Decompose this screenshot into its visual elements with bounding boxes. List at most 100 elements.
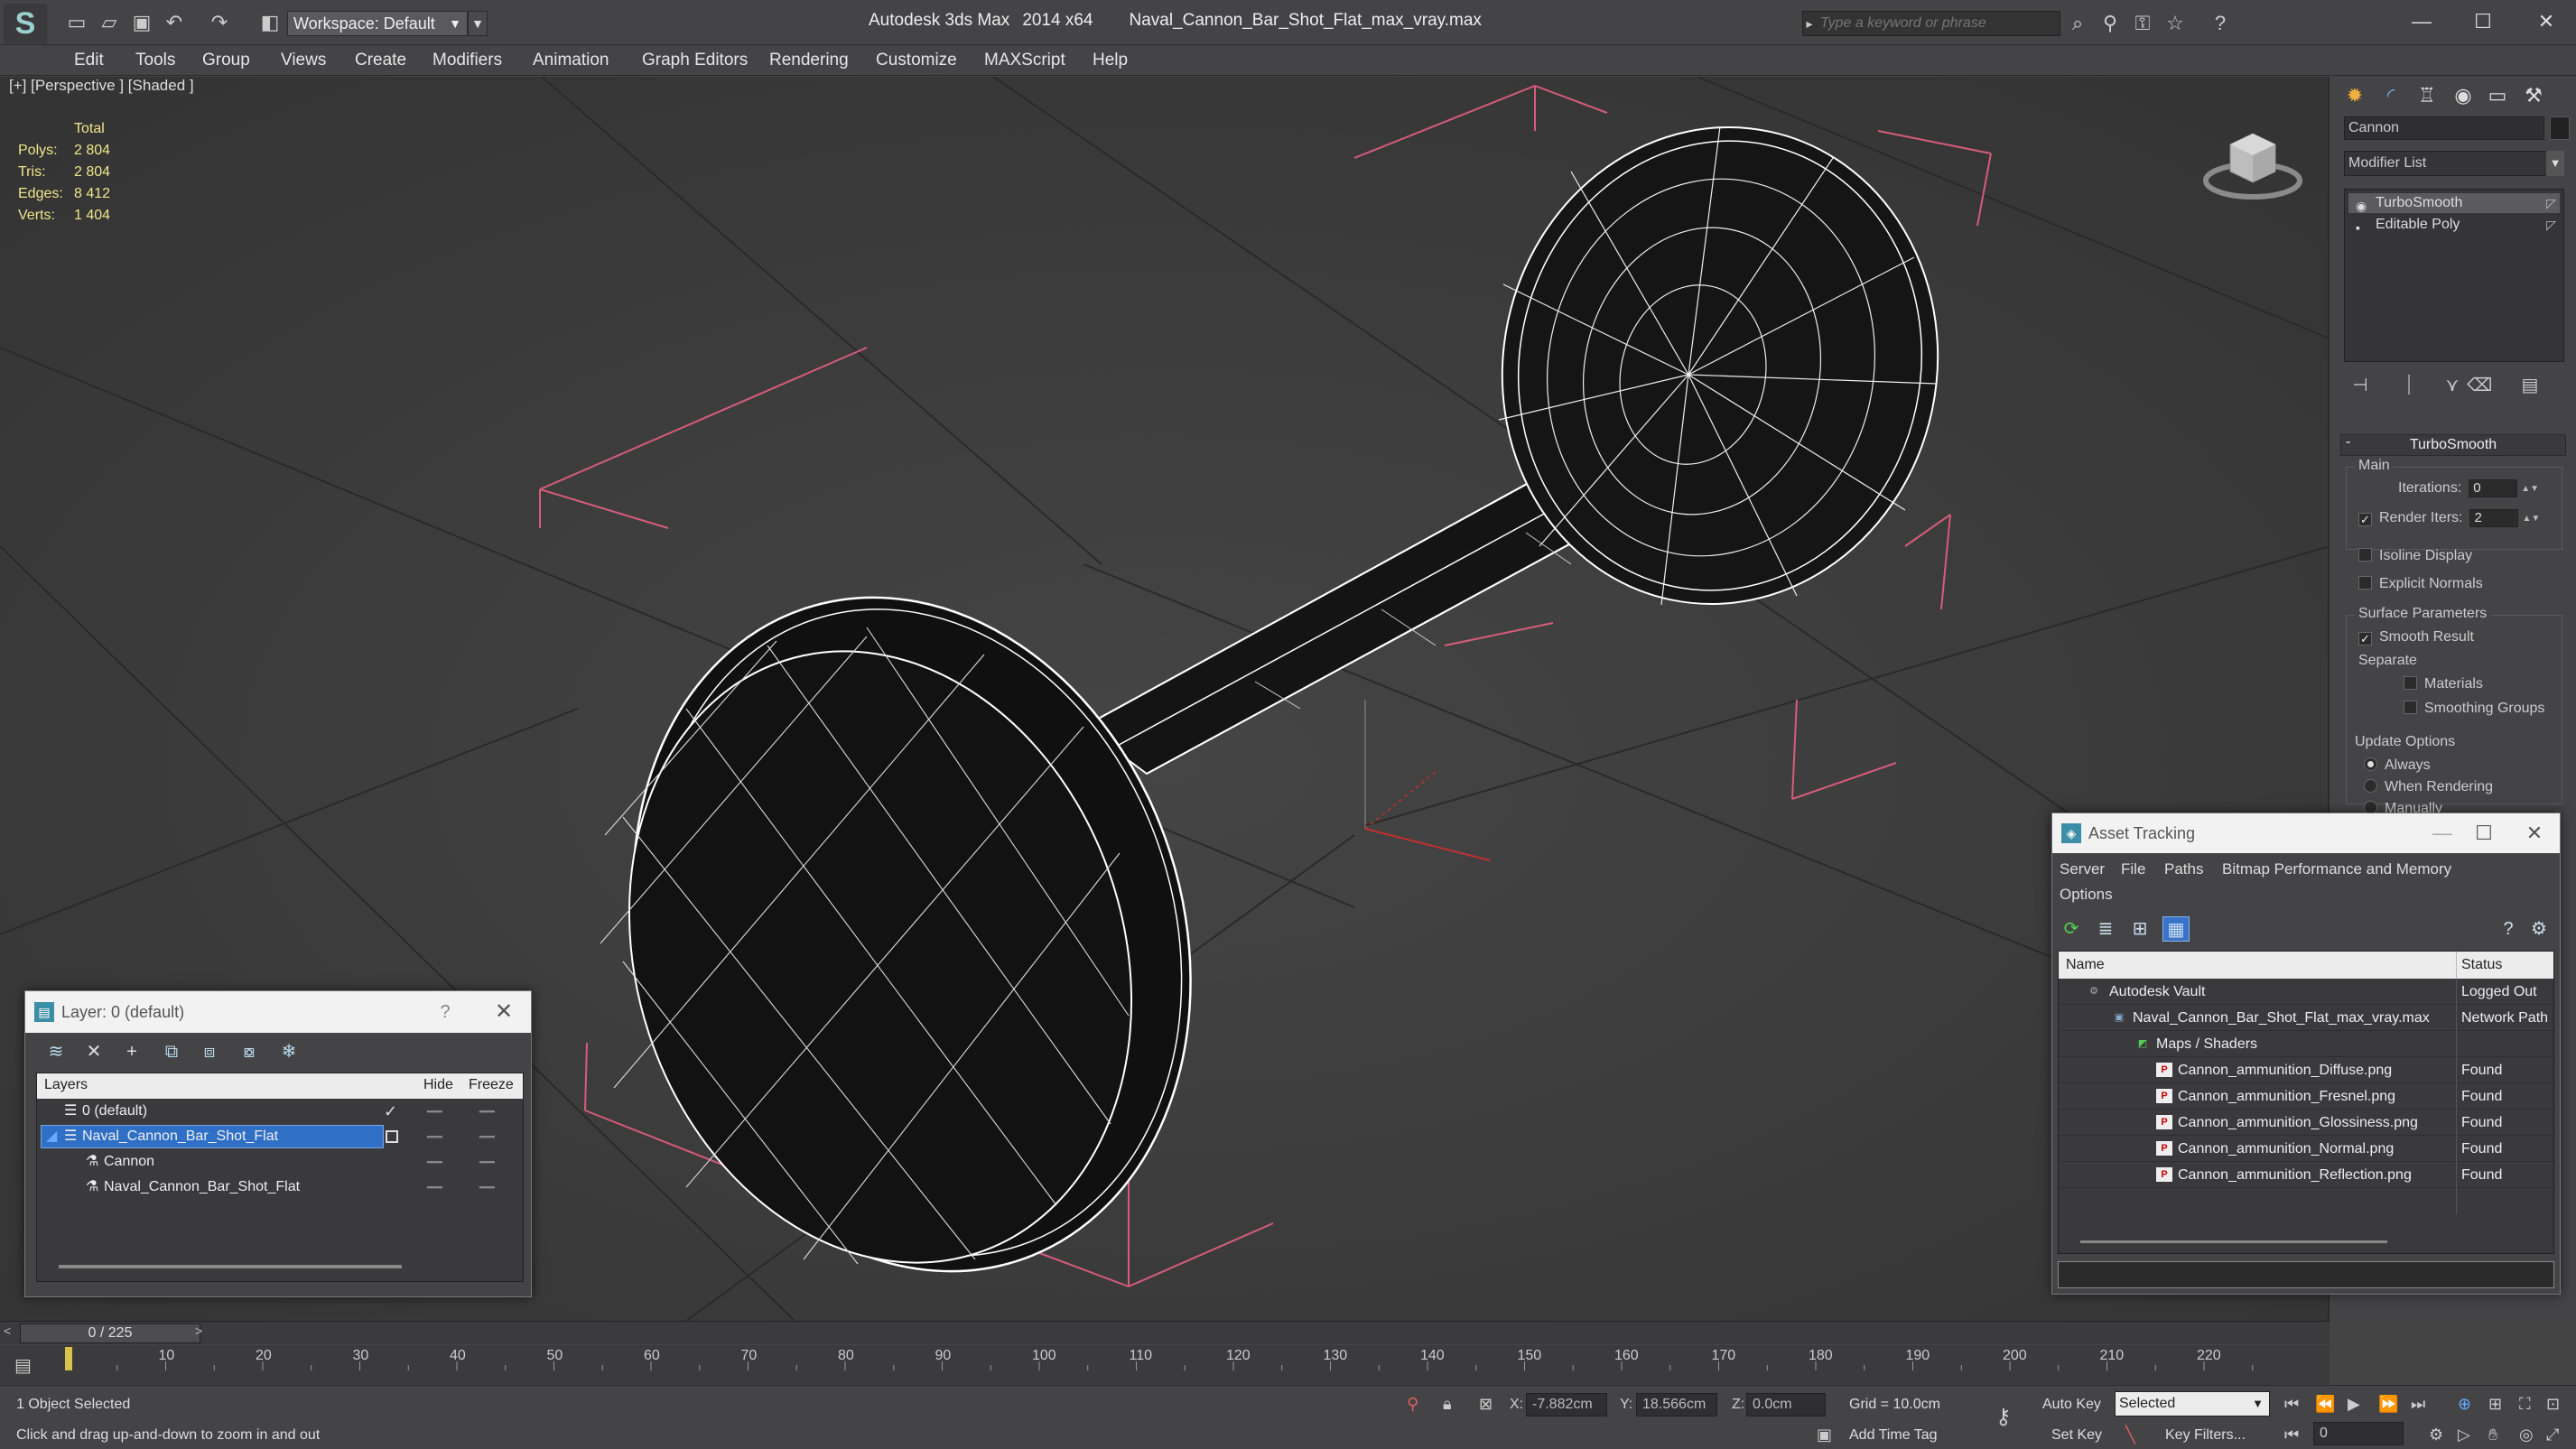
binoculars-icon[interactable]: ⌕ (2064, 11, 2091, 36)
viewport-label-menu[interactable]: [+] [Perspective ] [Shaded ] (9, 77, 194, 95)
go-to-end-icon[interactable]: ⏭ (2411, 1395, 2425, 1414)
asset-row-texture[interactable]: P Cannon_ammunition_Glossiness.png Found (2059, 1110, 2553, 1136)
key-set-dropdown[interactable]: Selected ▼ (2115, 1391, 2270, 1416)
communication-center-icon[interactable]: ⚿ (2129, 11, 2156, 36)
zoom-icon[interactable]: ⊕ (2458, 1395, 2471, 1414)
hide-toggle[interactable]: ━━ (427, 1124, 442, 1149)
hide-toggle[interactable]: ━━ (427, 1099, 442, 1124)
menu-group[interactable]: Group (202, 49, 250, 72)
auto-key-button[interactable]: Auto Key (2042, 1397, 2101, 1413)
menu-tools[interactable]: Tools (135, 49, 175, 72)
maximize-icon[interactable]: ☐ (2456, 5, 2510, 38)
freeze-toggle[interactable]: ━━ (479, 1175, 495, 1200)
spinner-arrows-icon[interactable]: ▲▼ (2521, 484, 2539, 494)
transform-mode-icon[interactable]: ⊠ (1479, 1395, 1493, 1414)
asset-row-texture[interactable]: P Cannon_ammunition_Reflection.png Found (2059, 1162, 2553, 1188)
configure-sets-icon[interactable]: ▤ (2517, 373, 2543, 398)
time-slider-thumb[interactable]: 0 / 225 (20, 1324, 200, 1343)
display-tab-icon[interactable]: ▭ (2481, 80, 2514, 111)
create-layer-icon[interactable]: ≋ (43, 1040, 69, 1064)
isolate-selection-icon[interactable]: ⚲ (1407, 1395, 1418, 1414)
workspace-dropdown[interactable]: Workspace: Default ▼ (287, 11, 468, 36)
y-coordinate-field[interactable]: 18.566cm (1636, 1393, 1717, 1416)
horizontal-scrollbar[interactable] (59, 1265, 402, 1268)
layer-help-button[interactable]: ? (432, 991, 459, 1033)
list-view-icon[interactable]: ≣ (2092, 916, 2119, 942)
add-time-tag-button[interactable]: Add Time Tag (1849, 1427, 1938, 1444)
table-view-icon[interactable]: ▦ (2162, 916, 2190, 942)
modifier-list-dropdown[interactable]: Modifier List (2344, 151, 2564, 176)
previous-frame-icon[interactable]: ⏪ (2315, 1395, 2335, 1414)
freeze-toggle[interactable]: ━━ (479, 1099, 495, 1124)
current-frame-field[interactable]: 0 (2313, 1422, 2404, 1445)
layer-row[interactable]: ☰ 0 (default) ✓ ━━ ━━ (37, 1099, 523, 1124)
mini-curve-editor-icon[interactable]: ▤ (14, 1354, 32, 1377)
menu-views[interactable]: Views (281, 49, 326, 72)
highlight-layer-icon[interactable]: ⧈ (197, 1040, 222, 1064)
smooth-result-checkbox[interactable]: ✓ (2358, 632, 2372, 646)
stack-item-editable-poly[interactable]: ▪ Editable Poly ◸ (2348, 215, 2560, 235)
col-hide[interactable]: Hide (423, 1077, 453, 1093)
x-coordinate-field[interactable]: -7.882cm (1526, 1393, 1607, 1416)
menu-create[interactable]: Create (355, 49, 406, 72)
asset-row-maps[interactable]: ◩ Maps / Shaders (2059, 1031, 2553, 1057)
asset-row-vault[interactable]: ⚙ Autodesk Vault Logged Out (2059, 979, 2553, 1005)
current-frame-marker[interactable] (65, 1347, 72, 1370)
layer-close-icon[interactable]: ✕ (486, 991, 522, 1033)
explicit-normals-checkbox[interactable] (2358, 576, 2372, 590)
col-layers[interactable]: Layers (44, 1077, 88, 1093)
search-input[interactable] (1820, 13, 2055, 34)
time-slider[interactable]: < 0 / 225 > (0, 1321, 2330, 1344)
pan-icon[interactable]: ✋︎ (2488, 1426, 2497, 1444)
render-iters-checkbox[interactable]: ✓ (2358, 513, 2372, 527)
current-layer-check-icon[interactable]: ✓ (384, 1099, 397, 1124)
col-status[interactable]: Status (2461, 957, 2502, 973)
close-icon[interactable]: ✕ (2515, 813, 2554, 853)
time-config-icon[interactable]: ⚙ (2429, 1426, 2443, 1444)
asset-row-max-file[interactable]: ▣ Naval_Cannon_Bar_Shot_Flat_max_vray.ma… (2059, 1005, 2553, 1031)
orbit-icon[interactable]: ◎ (2519, 1426, 2534, 1444)
chevron-right-icon[interactable]: > (195, 1324, 202, 1338)
layer-row[interactable]: ⚗ Cannon ━━ ━━ (37, 1149, 523, 1175)
spinner-arrows-icon[interactable]: ▲▼ (2522, 514, 2540, 524)
set-key-button[interactable]: Set Key (2051, 1427, 2102, 1444)
asset-menu-file[interactable]: File (2121, 860, 2145, 878)
smoothing-groups-checkbox[interactable] (2404, 701, 2417, 714)
make-current-checkbox[interactable] (386, 1130, 398, 1143)
motion-tab-icon[interactable]: ◉ (2447, 80, 2479, 111)
time-tag-icon[interactable]: ▣ (1817, 1426, 1832, 1444)
play-icon[interactable]: ▶ (2348, 1395, 2360, 1414)
save-icon[interactable]: ▣ (130, 11, 153, 34)
create-tab-icon[interactable]: ✹ (2339, 80, 2371, 111)
layer-row[interactable]: ⚗ Naval_Cannon_Bar_Shot_Flat ━━ ━━ (37, 1175, 523, 1200)
maximize-viewport-icon[interactable]: ⤢ (2546, 1426, 2559, 1444)
menu-graph-editors[interactable]: Graph Editors (642, 49, 748, 72)
freeze-all-layers-icon[interactable]: ❄ (276, 1040, 302, 1064)
next-frame-icon[interactable]: ⏩ (2378, 1395, 2398, 1414)
tree-view-icon[interactable]: ⊞ (2126, 916, 2153, 942)
key-icon[interactable]: ⚷ (1995, 1404, 2012, 1430)
asset-row-texture[interactable]: P Cannon_ammunition_Normal.png Found (2059, 1136, 2553, 1162)
key-mode-icon[interactable]: ╲ (2125, 1426, 2135, 1444)
search-expand-icon[interactable]: ▸ (1802, 11, 1817, 36)
object-name-field[interactable]: Cannon (2344, 116, 2544, 140)
chevron-left-icon[interactable]: < (4, 1324, 11, 1338)
layer-row[interactable]: ◢ ☰ Naval_Cannon_Bar_Shot_Flat ━━ ━━ (37, 1124, 523, 1149)
lock-icon[interactable]: 🔒︎ (1443, 1395, 1452, 1414)
utilities-tab-icon[interactable]: ⚒ (2517, 80, 2550, 111)
frame-ruler[interactable]: 10 20 30 40 50 60 70 80 90 100 110 120 130 140 150 160 1… (54, 1345, 2257, 1385)
freeze-toggle[interactable]: ━━ (479, 1124, 495, 1149)
zoom-all-icon[interactable]: ⊞ (2488, 1395, 2502, 1414)
col-name[interactable]: Name (2066, 957, 2105, 973)
asset-row-texture[interactable]: P Cannon_ammunition_Diffuse.png Found (2059, 1057, 2553, 1083)
maximize-icon[interactable]: ☐ (2464, 813, 2504, 853)
hide-toggle[interactable]: ━━ (427, 1149, 442, 1175)
hide-all-layers-icon[interactable]: ⧇ (237, 1040, 262, 1064)
asset-menu-options[interactable]: Options (2060, 886, 2113, 904)
settings-icon[interactable]: ⚙ (2525, 916, 2553, 942)
collapse-icon[interactable]: - (2346, 434, 2350, 450)
col-freeze[interactable]: Freeze (469, 1077, 514, 1093)
isoline-checkbox[interactable] (2358, 548, 2372, 562)
materials-checkbox[interactable] (2404, 676, 2417, 690)
go-to-start-icon[interactable]: ⏮ (2284, 1395, 2299, 1414)
